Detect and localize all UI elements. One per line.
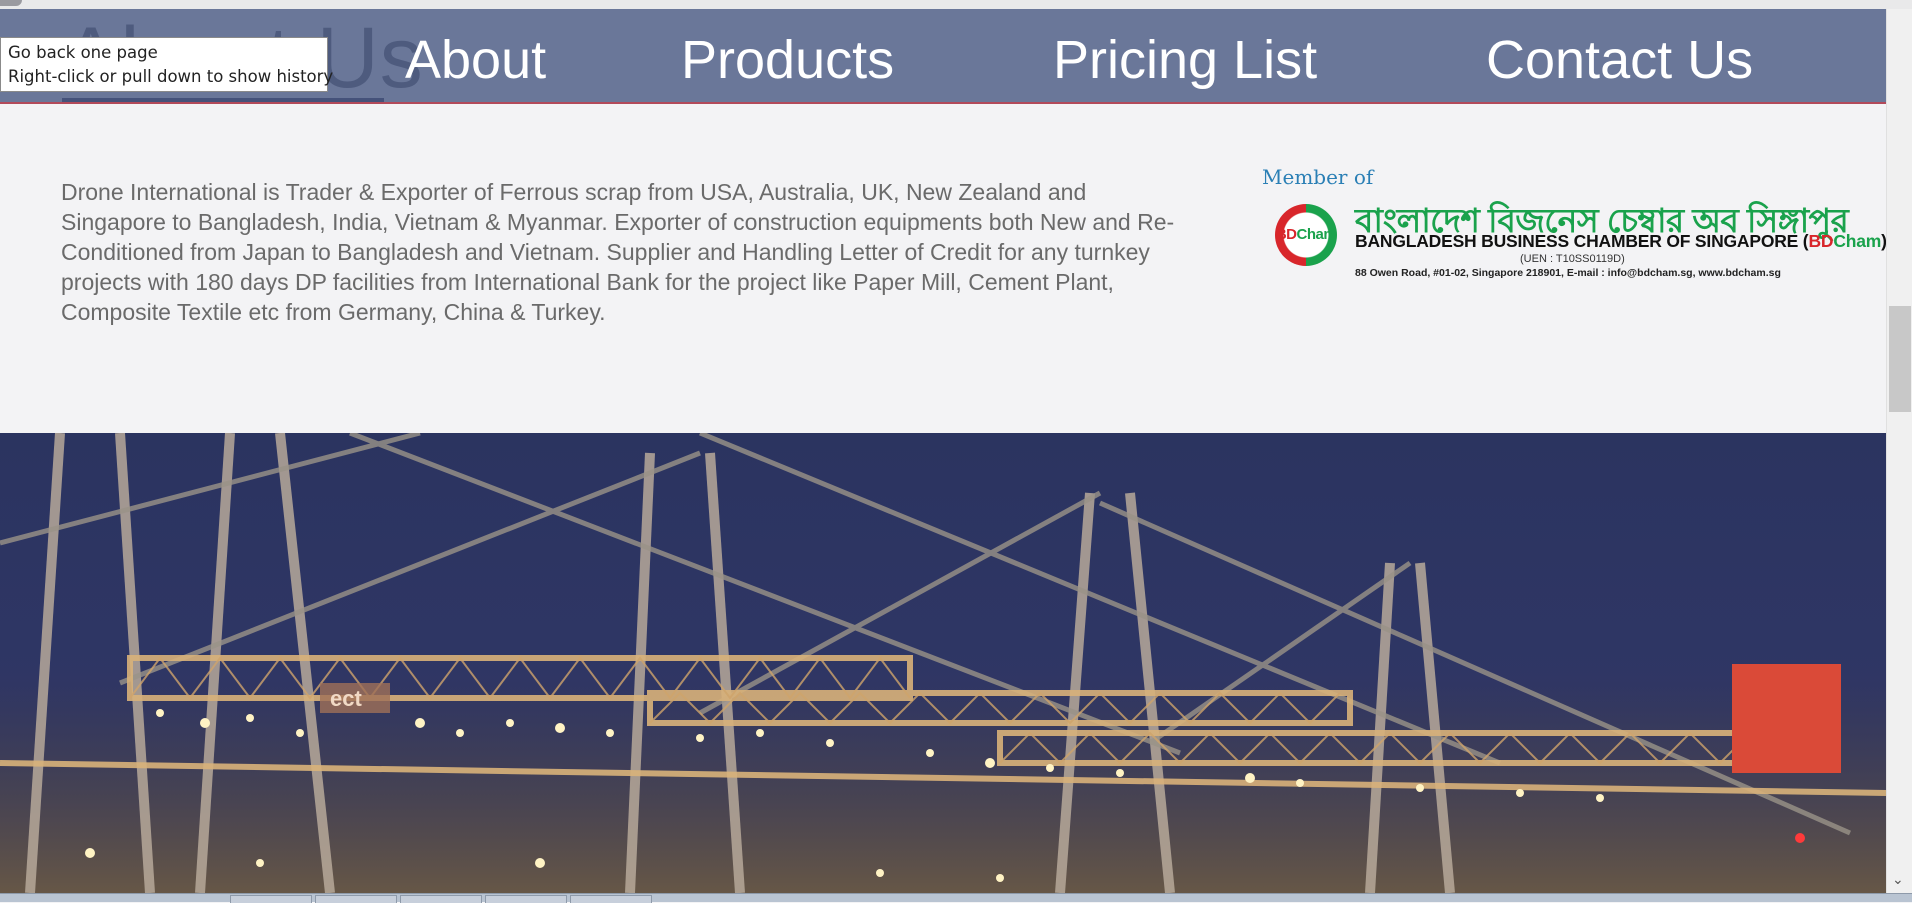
taskbar-button[interactable]: [485, 895, 567, 903]
bdcham-english-name: BANGLADESH BUSINESS CHAMBER OF SINGAPORE…: [1355, 231, 1887, 251]
container-crane-illustration: ect: [0, 433, 1886, 893]
nav-link-products[interactable]: Products: [681, 33, 894, 87]
taskbar-button[interactable]: [315, 895, 397, 903]
bdcham-address: 88 Owen Road, #01-02, Singapore 218901, …: [1355, 267, 1781, 279]
nav-link-about[interactable]: About: [405, 33, 546, 87]
vertical-scrollbar[interactable]: ⌄: [1886, 9, 1912, 893]
taskbar-button[interactable]: [570, 895, 652, 903]
scroll-down-arrow-icon[interactable]: ⌄: [1892, 872, 1904, 886]
company-intro-text: Drone International is Trader & Exporter…: [61, 179, 1175, 325]
tooltip-line-2: Right-click or pull down to show history: [8, 67, 334, 86]
bdcham-logo[interactable]: BDCham বাংলাদেশ বিজনেস চেম্বার অব সিঙ্গা…: [1275, 195, 1887, 285]
bdcham-uen: (UEN : T10SS0119D): [1520, 253, 1625, 265]
back-button-tooltip: Go back one page Right-click or pull dow…: [0, 37, 334, 92]
hero-port-image: ect: [0, 433, 1886, 893]
taskbar-button[interactable]: [230, 895, 312, 903]
member-of-label: Member of: [1262, 165, 1374, 189]
back-to-top-button[interactable]: [1732, 664, 1841, 773]
nav-link-pricing-list[interactable]: Pricing List: [1053, 33, 1317, 87]
bdcham-emblem-text: BDCham: [1275, 226, 1337, 243]
taskbar-button[interactable]: [400, 895, 482, 903]
tooltip-line-1: Go back one page: [8, 43, 158, 62]
browser-corner: [0, 0, 22, 6]
nav-link-contact-us[interactable]: Contact Us: [1486, 33, 1753, 87]
scrollbar-thumb[interactable]: [1889, 306, 1911, 412]
active-nav-underline: [62, 98, 384, 102]
crane-sign-text: ect: [330, 686, 362, 711]
